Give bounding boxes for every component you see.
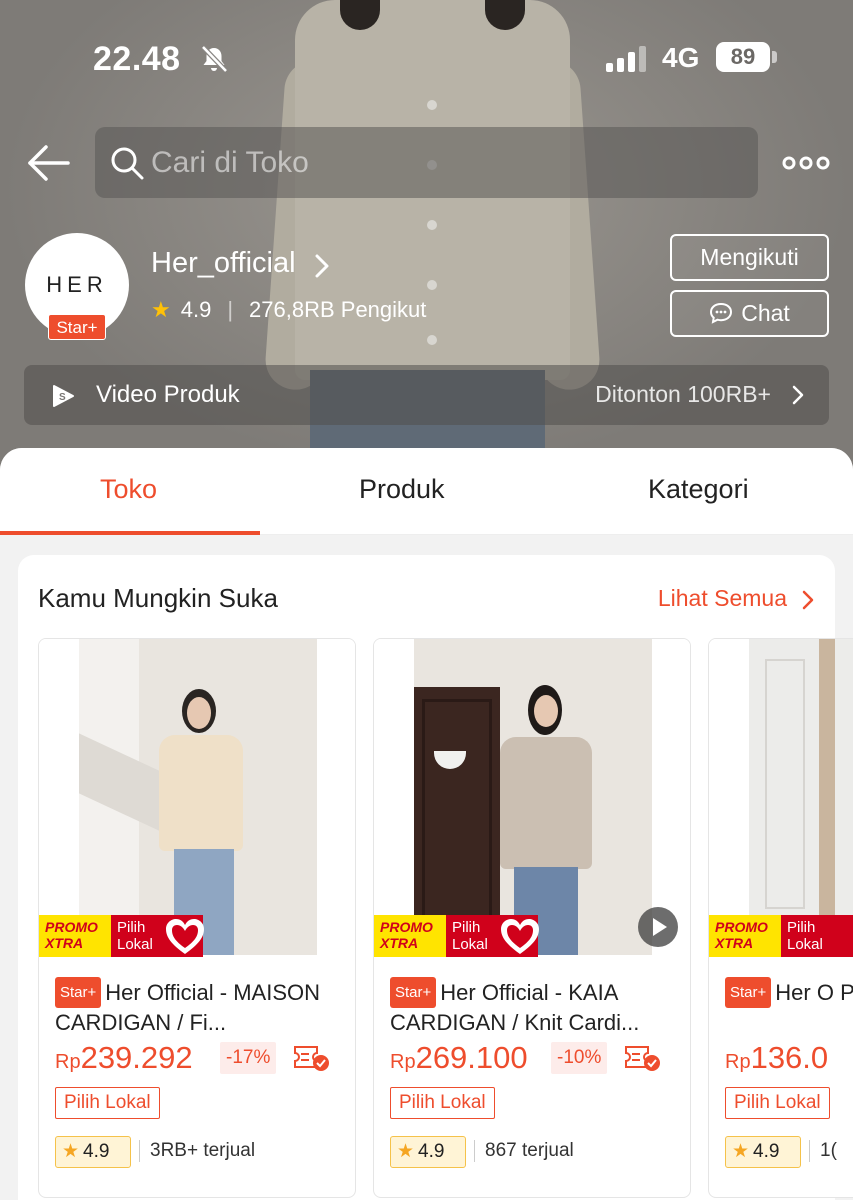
promo-banner: PROMO XTRA Pilih Lokal [39, 915, 204, 957]
product-title: Star+ Her Official - KAIA CARDIGAN / Knit… [390, 977, 680, 1035]
shop-name[interactable]: Her_official [151, 247, 296, 280]
shop-header: 22.48 4G 89 Cari di Toko HER Star+ Her_o… [0, 0, 853, 470]
heart-icon [501, 919, 539, 954]
battery-tip [772, 51, 777, 63]
discount-badge: -10% [551, 1042, 608, 1074]
battery-icon: 89 [716, 42, 770, 72]
status-time: 22.48 [93, 40, 181, 78]
star-plus-badge: Star+ [390, 977, 437, 1008]
following-button[interactable]: Mengikuti [670, 234, 829, 281]
chevron-right-icon[interactable] [801, 589, 815, 611]
heart-icon [166, 919, 204, 954]
shop-meta: ★ 4.9 | 276,8RB Pengikut [151, 297, 426, 323]
promo-xtra-label: PROMO XTRA [39, 915, 111, 957]
bell-muted-icon [201, 45, 228, 73]
product-rating: ★ 4.9 [725, 1136, 801, 1168]
product-title: Star+ Her Official - MAISON CARDIGAN / Fi… [55, 977, 345, 1035]
sold-count: 867 terjual [474, 1140, 574, 1162]
discount-badge: -17% [220, 1042, 277, 1074]
video-products-bar[interactable]: S Video Produk Ditonton 100RB+ [24, 365, 829, 425]
active-tab-indicator [0, 531, 260, 535]
promo-banner: PROMO XTRA Pilih Lokal [709, 915, 853, 957]
star-plus-badge: Star+ [725, 977, 772, 1008]
voucher-icon [294, 1046, 329, 1071]
product-title: Star+Her O PANTS / H [725, 977, 853, 1035]
video-views-count: Ditonton 100RB+ [595, 381, 771, 407]
star-icon: ★ [62, 1141, 80, 1162]
svg-text:S: S [59, 392, 66, 403]
chat-button[interactable]: Chat [670, 290, 829, 337]
product-card[interactable]: PROMOXTRA PilihLokal Star+Her O PANTS / … [708, 638, 853, 1198]
product-price: Rp239.292 [55, 1040, 193, 1075]
sold-count: 1( [809, 1140, 837, 1162]
tab-toko[interactable]: Toko [100, 474, 157, 505]
tab-kategori[interactable]: Kategori [648, 474, 749, 505]
star-plus-badge: Star+ [48, 314, 106, 340]
see-all-link[interactable]: Lihat Semua [658, 585, 787, 612]
shop-info: HER Star+ Her_official ★ 4.9 | 276,8RB P… [0, 233, 853, 343]
video-products-label: Video Produk [96, 381, 240, 408]
product-price: Rp269.100 [390, 1040, 528, 1075]
network-type: 4G [662, 42, 700, 73]
shop-followers: 276,8RB Pengikut [249, 297, 427, 322]
status-bar: 22.48 4G 89 [0, 38, 853, 82]
product-rating: ★ 4.9 [55, 1136, 131, 1168]
shop-search-bar[interactable] [95, 127, 758, 198]
signal-icon [606, 46, 646, 72]
sold-count: 3RB+ terjual [139, 1140, 255, 1162]
promo-xtra-label: PROMO XTRA [709, 915, 781, 957]
chat-bubble-icon [710, 302, 733, 324]
voucher-icon [625, 1046, 660, 1071]
chevron-right-icon [792, 385, 804, 405]
shop-tabs: Toko Produk Kategori [0, 448, 853, 535]
search-icon [111, 147, 144, 180]
shopee-video-icon: S [53, 385, 74, 407]
chat-label: Chat [741, 300, 790, 326]
promo-banner: PROMO XTRA Pilih Lokal [374, 915, 539, 957]
product-price: Rp136.0 [725, 1040, 829, 1075]
pilih-lokal-label: Pilih Lokal [111, 915, 204, 957]
star-plus-badge: Star+ [55, 977, 102, 1008]
pilih-lokal-label: Pilih Lokal [781, 915, 853, 957]
play-video-icon[interactable] [638, 907, 678, 947]
pilih-lokal-tag: Pilih Lokal [390, 1087, 495, 1119]
product-rating: ★ 4.9 [390, 1136, 466, 1168]
product-card[interactable]: PROMO XTRA Pilih Lokal Star+ Her Official -… [373, 638, 691, 1198]
pilih-lokal-tag: Pilih Lokal [725, 1087, 830, 1119]
pilih-lokal-tag: Pilih Lokal [55, 1087, 160, 1119]
search-input[interactable] [151, 127, 711, 198]
recommendation-section: Kamu Mungkin Suka Lihat Semua PROMO XTRA … [18, 555, 853, 1200]
divider: | [227, 297, 234, 322]
star-icon: ★ [397, 1141, 415, 1162]
content-sheet: Toko Produk Kategori Kamu Mungkin Suka L… [0, 448, 853, 1200]
section-title: Kamu Mungkin Suka [38, 583, 278, 613]
product-image[interactable] [709, 639, 853, 955]
pilih-lokal-label: Pilih Lokal [446, 915, 539, 957]
shop-rating: 4.9 [180, 297, 212, 322]
product-image[interactable] [374, 639, 690, 955]
star-icon: ★ [151, 297, 171, 322]
promo-xtra-label: PROMO XTRA [374, 915, 446, 957]
tab-produk[interactable]: Produk [359, 474, 445, 505]
chevron-right-icon[interactable] [313, 253, 331, 279]
back-arrow-icon[interactable] [24, 139, 72, 187]
more-options-icon[interactable] [782, 149, 830, 177]
product-image[interactable] [39, 639, 355, 955]
product-card[interactable]: PROMO XTRA Pilih Lokal Star+ Her Official -… [38, 638, 356, 1198]
star-icon: ★ [732, 1141, 750, 1162]
top-bar [0, 127, 853, 199]
